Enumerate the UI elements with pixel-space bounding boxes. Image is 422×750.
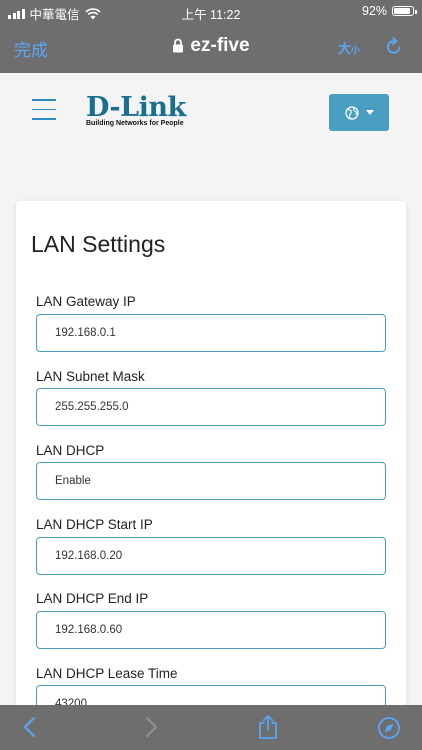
lan-dhcp-start-ip-input[interactable]: 192.168.0.20: [36, 537, 386, 575]
logo-tagline: Building Networks for People: [86, 120, 184, 127]
reload-icon[interactable]: [384, 37, 404, 57]
web-page: D-Link Building Networks for People LAN …: [0, 73, 422, 705]
lan-dhcp-end-ip-label: LAN DHCP End IP: [36, 591, 149, 606]
browser-toolbar: [0, 705, 422, 750]
text-size-button[interactable]: 大小: [338, 38, 360, 57]
url-text: ez-five: [190, 35, 250, 56]
lan-gateway-ip-label: LAN Gateway IP: [36, 294, 136, 309]
compass-icon[interactable]: [377, 716, 401, 740]
browser-navbar: 完成 ez-five 大小: [0, 22, 422, 73]
text-size-small: 小: [350, 45, 360, 55]
battery-percent: 92%: [361, 4, 387, 18]
lan-dhcp-end-ip-input[interactable]: 192.168.0.60: [36, 611, 386, 649]
lan-settings-card: LAN Settings LAN Gateway IP 192.168.0.1 …: [16, 201, 406, 705]
lan-dhcp-lease-time-input[interactable]: 43200: [36, 685, 386, 705]
menu-icon[interactable]: [32, 99, 56, 128]
lan-subnet-mask-label: LAN Subnet Mask: [36, 369, 145, 384]
logo-brand: D-Link: [86, 92, 186, 123]
status-bar: 中華電信 上午 11:22 92%: [0, 0, 422, 22]
lan-gateway-ip-input[interactable]: 192.168.0.1: [36, 314, 386, 352]
back-icon[interactable]: [21, 716, 39, 738]
lan-dhcp-label: LAN DHCP: [36, 443, 105, 458]
battery-icon: [392, 6, 417, 16]
battery-fill: [394, 8, 410, 14]
forward-icon[interactable]: [142, 716, 160, 738]
lock-icon: [173, 38, 184, 53]
clock: 上午 11:22: [181, 8, 241, 22]
dlink-logo: D-Link Building Networks for People: [86, 92, 186, 128]
site-header: D-Link Building Networks for People: [0, 73, 422, 151]
lan-dhcp-select[interactable]: Enable: [36, 462, 386, 500]
globe-icon: [344, 105, 359, 120]
language-dropdown-button[interactable]: [329, 94, 389, 131]
caret-down-icon: [365, 110, 374, 115]
lan-dhcp-start-ip-label: LAN DHCP Start IP: [36, 517, 153, 532]
lan-subnet-mask-input[interactable]: 255.255.255.0: [36, 388, 386, 426]
share-icon[interactable]: [257, 714, 279, 740]
lan-dhcp-lease-time-label: LAN DHCP Lease Time: [36, 666, 178, 681]
text-size-big: 大: [337, 41, 351, 56]
section-title: LAN Settings: [31, 231, 166, 257]
